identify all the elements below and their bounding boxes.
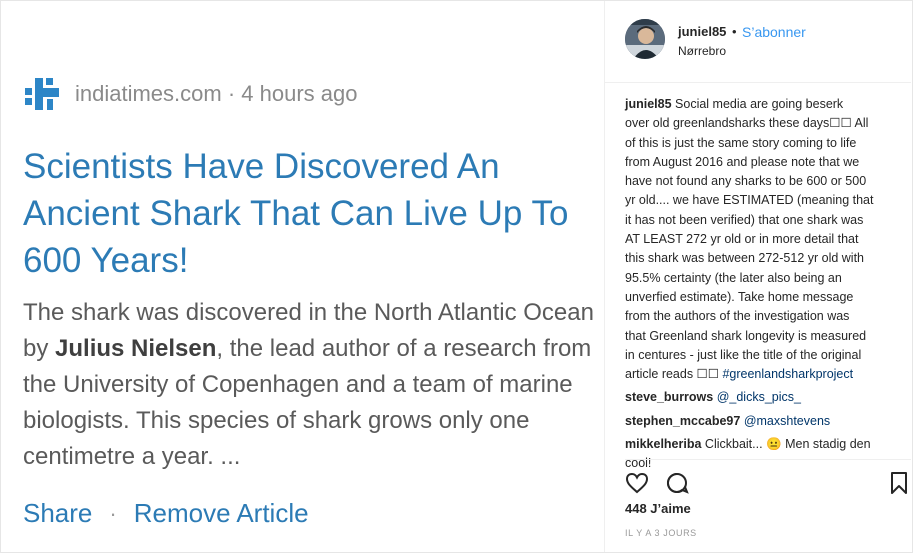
caption-line: it has not been verified) that one shark… — [625, 212, 864, 227]
caption-line: over old greenlandsharks these days☐☐ Al… — [625, 116, 869, 131]
comment-line: mikkelheriba Clickbait... 😐 Men stadig d… — [625, 435, 901, 454]
comment-item: stephen_mccabe97 @maxshtevens — [625, 412, 901, 431]
comment-username[interactable]: steve_burrows — [625, 390, 713, 404]
caption-line: that Greenland shark longevity is measur… — [625, 328, 867, 343]
summary-text: by — [23, 335, 56, 362]
article-summary: The shark was discovered in the North At… — [23, 295, 594, 475]
article-card: indiatimes.com · 4 hours ago Scientists … — [1, 1, 604, 552]
headline-line: Scientists Have Discovered An — [23, 147, 500, 186]
caption-line: from the authors of the investigation wa… — [625, 309, 850, 324]
summary-line: by Julius Nielsen, the lead author of a … — [23, 331, 594, 367]
post-header: juniel85 • S’abonner Nørrebro — [605, 1, 911, 83]
caption-line: 95.5% certainty (the later also being an — [625, 270, 842, 285]
headline-line: Ancient Shark That Can Live Up To — [23, 194, 569, 233]
share-link[interactable]: Share — [23, 498, 92, 529]
source-logo-icon — [23, 76, 61, 112]
post-username[interactable]: juniel85 — [678, 24, 726, 39]
caption-line: yr old.... we have ESTIMATED (meaning th… — [625, 193, 874, 208]
caption-line: from August 2016 and please note that we — [625, 154, 860, 169]
separator-dot: · — [109, 500, 117, 526]
bullet-separator: • — [732, 24, 737, 39]
caption-line: juniel85 Social media are going beserk — [625, 95, 901, 114]
comment-text: Clickbait... 😐 Men stadig den — [704, 437, 871, 452]
caption-line: have not found any sharks to be 600 or 5… — [625, 174, 867, 189]
caption-line: this shark was between 272-512 yr old wi… — [625, 251, 865, 266]
remove-article-link[interactable]: Remove Article — [134, 498, 309, 529]
summary-line: biologists. This species of shark grows … — [23, 407, 530, 434]
summary-text: , the lead author of a research from — [216, 335, 592, 362]
caption-line: in centures - just like the title of the… — [625, 347, 862, 362]
bookmark-icon[interactable] — [889, 471, 909, 500]
comments-list: juniel85 Social media are going beserk o… — [625, 95, 901, 474]
caption-text: Social media are going beserk — [675, 97, 844, 111]
mention-link[interactable]: @_dicks_pics_ — [717, 390, 801, 404]
caption-line: AT LEAST 272 yr old or in more detail th… — [625, 232, 859, 247]
likes-count[interactable]: 448 J’aime — [625, 501, 691, 516]
post-actions — [625, 471, 913, 497]
source-and-time: indiatimes.com · 4 hours ago — [75, 81, 358, 106]
actions-divider — [625, 459, 911, 460]
summary-line: The shark was discovered in the North At… — [23, 299, 594, 326]
caption-username[interactable]: juniel85 — [625, 97, 672, 111]
comment-username[interactable]: stephen_mccabe97 — [625, 414, 740, 428]
avatar[interactable] — [625, 19, 665, 59]
summary-line: the University of Copenhagen and a team … — [23, 371, 573, 398]
heart-icon[interactable] — [625, 471, 649, 500]
post-timestamp[interactable]: IL Y A 3 JOURS — [625, 528, 697, 538]
follow-button[interactable]: S’abonner — [742, 24, 806, 40]
caption-line: of this is just the same story coming to… — [625, 135, 857, 150]
comment-username[interactable]: mikkelheriba — [625, 437, 701, 451]
article-source: indiatimes.com · 4 hours ago — [23, 76, 357, 112]
post-location[interactable]: Nørrebro — [678, 44, 726, 58]
comment-item: steve_burrows @_dicks_pics_ — [625, 388, 901, 407]
hashtag-link[interactable]: #greenlandsharkproject — [722, 367, 853, 381]
mention-link[interactable]: @maxshtevens — [744, 414, 830, 428]
caption-line: article reads ☐☐ #greenlandsharkproject — [625, 365, 901, 384]
author-name: Julius Nielsen — [55, 335, 217, 362]
caption-line: unverfied estimate). Take home message — [625, 289, 854, 304]
comment-item: mikkelheriba Clickbait... 😐 Men stadig d… — [625, 435, 901, 474]
caption: juniel85 Social media are going beserk o… — [625, 95, 901, 384]
caption-text: article reads ☐☐ — [625, 367, 723, 382]
comment-icon[interactable] — [665, 471, 689, 500]
post-panel: juniel85 • S’abonner Nørrebro juniel85 S… — [605, 1, 911, 552]
article-actions: Share · Remove Article — [23, 498, 309, 529]
summary-line: centimetre a year. ... — [23, 443, 241, 470]
article-headline[interactable]: Scientists Have Discovered An Ancient Sh… — [23, 143, 604, 284]
headline-line: 600 Years! — [23, 241, 189, 280]
